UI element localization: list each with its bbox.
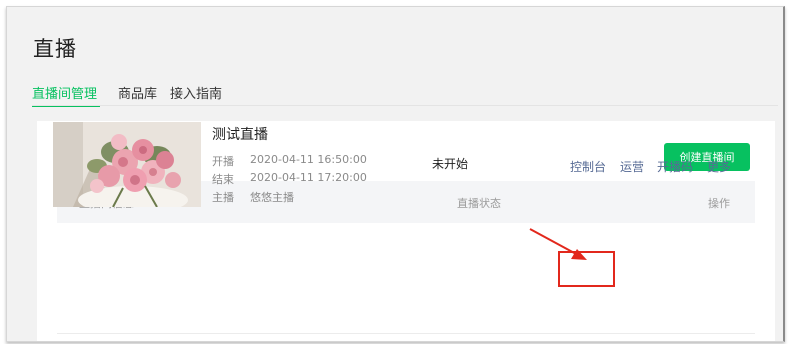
app-window: 直播 直播间管理 商品库 接入指南 创建直播间 直播间信息 直播状态 操作 xyxy=(6,6,785,342)
host-value: 悠悠主播 xyxy=(250,191,294,204)
column-header-status: 直播状态 xyxy=(457,197,501,210)
broadcast-code-link[interactable]: 开播码 xyxy=(657,158,693,175)
page-title: 直播 xyxy=(33,37,77,61)
host-label: 主播 xyxy=(212,191,234,204)
live-status: 未开始 xyxy=(432,157,469,171)
end-time-label: 结束 xyxy=(212,173,234,186)
tab-live-room-management[interactable]: 直播间管理 xyxy=(32,83,97,102)
tab-access-guide[interactable]: 接入指南 xyxy=(170,83,222,102)
flower-bouquet-image xyxy=(53,122,201,207)
tab-divider xyxy=(32,105,778,106)
column-header-actions: 操作 xyxy=(708,197,730,210)
end-time-value: 2020-04-11 17:20:00 xyxy=(250,171,367,184)
operations-link[interactable]: 运营 xyxy=(620,158,644,175)
console-link[interactable]: 控制台 xyxy=(570,158,606,175)
highlight-annotation-box xyxy=(558,251,615,287)
live-room-cover-image xyxy=(53,122,201,207)
tab-product-library[interactable]: 商品库 xyxy=(118,83,157,102)
more-link[interactable]: 更多 xyxy=(707,158,731,175)
start-time-label: 开播 xyxy=(212,155,234,168)
live-room-name: 测试直播 xyxy=(212,127,268,143)
start-time-value: 2020-04-11 16:50:00 xyxy=(250,153,367,166)
row-divider xyxy=(57,333,755,334)
